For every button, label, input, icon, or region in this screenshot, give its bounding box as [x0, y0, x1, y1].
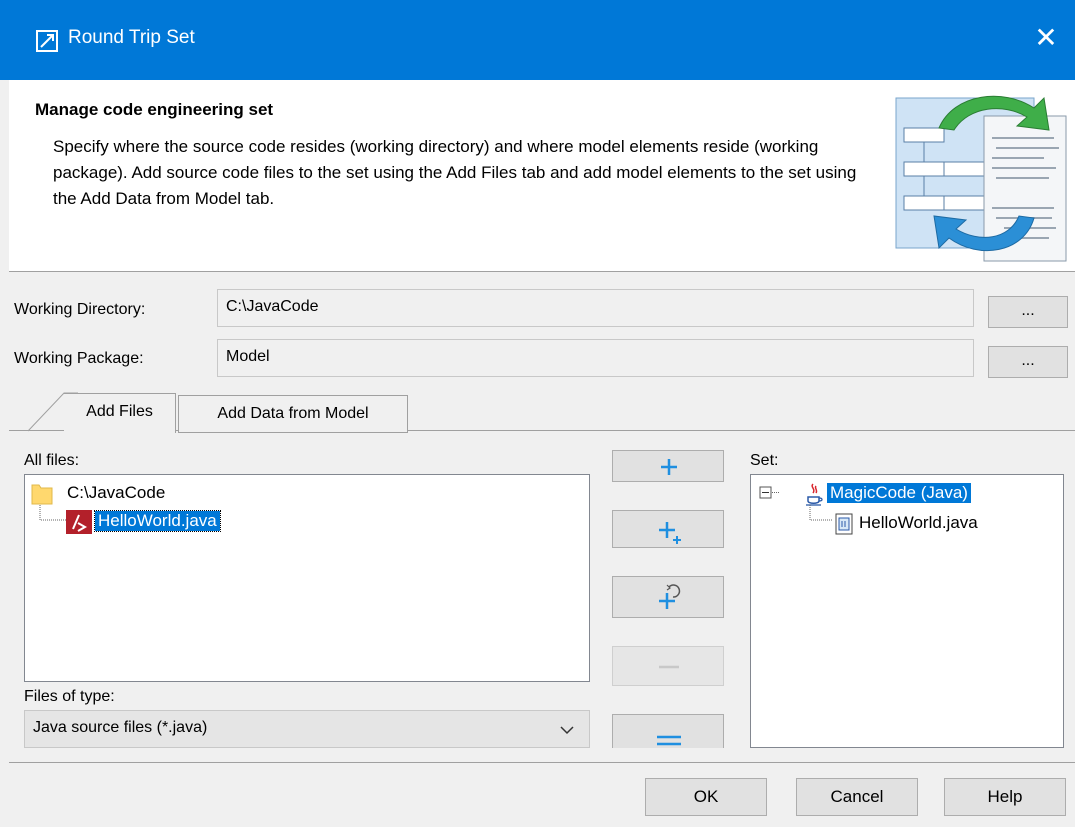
chevron-down-icon [560, 726, 574, 735]
close-icon: ✕ [1034, 22, 1058, 53]
tab-add-files[interactable]: Add Files [64, 393, 176, 433]
java-file-icon [66, 510, 92, 534]
plus-recursive-icon [659, 522, 681, 544]
double-minus-icon [657, 735, 681, 746]
working-directory-field[interactable]: C:\JavaCode [217, 289, 974, 327]
working-package-browse-button[interactable]: ... [988, 346, 1068, 378]
diagram-arrow-icon [36, 30, 58, 52]
plus-icon [661, 459, 677, 475]
set-item-magiccode[interactable]: MagicCode (Java) [827, 483, 971, 503]
tree-item-javacode[interactable]: C:\JavaCode [67, 483, 165, 503]
close-button[interactable]: ✕ [1029, 22, 1063, 56]
files-of-type-value: Java source files (*.java) [33, 719, 208, 736]
working-directory-browse-button[interactable]: ... [988, 296, 1068, 328]
remove-button[interactable] [612, 646, 724, 686]
set-item-helloworld[interactable]: HelloWorld.java [859, 513, 978, 533]
all-files-tree[interactable]: C:\JavaCode HelloWorld.java [24, 474, 590, 682]
files-of-type-label: Files of type: [24, 688, 115, 705]
working-directory-label: Working Directory: [14, 301, 146, 318]
tab-add-data-from-model[interactable]: Add Data from Model [178, 395, 408, 433]
window-title: Round Trip Set [68, 27, 195, 48]
header-title: Manage code engineering set [35, 100, 274, 119]
add-refresh-button[interactable] [612, 576, 724, 618]
java-class-file-icon [835, 513, 853, 535]
set-tree[interactable]: MagicCode (Java) HelloWorld.java [750, 474, 1064, 748]
round-trip-engineering-illustration [895, 95, 1067, 262]
tree-item-helloworld[interactable]: HelloWorld.java [94, 510, 221, 532]
cancel-button[interactable]: Cancel [796, 778, 918, 816]
set-label: Set: [750, 452, 779, 469]
tree-connector [809, 505, 833, 521]
folder-icon [31, 484, 53, 505]
add-all-button[interactable] [612, 510, 724, 548]
working-package-label: Working Package: [14, 350, 144, 367]
bottom-separator [9, 762, 1075, 763]
help-button[interactable]: Help [944, 778, 1066, 816]
header-description: Specify where the source code resides (w… [53, 137, 857, 208]
java-coffee-icon [806, 483, 823, 506]
tree-collapse-icon[interactable] [759, 485, 781, 501]
add-button[interactable] [612, 450, 724, 482]
title-bar: Round Trip Set ✕ [0, 0, 1075, 80]
files-of-type-select[interactable]: Java source files (*.java) [24, 710, 590, 748]
working-package-field[interactable]: Model [217, 339, 974, 377]
ok-button[interactable]: OK [645, 778, 767, 816]
header-panel: Manage code engineering set Specify wher… [9, 80, 1075, 272]
minus-icon [659, 665, 679, 669]
remove-all-button[interactable] [612, 714, 724, 748]
plus-refresh-icon [659, 584, 681, 609]
all-files-label: All files: [24, 452, 80, 469]
